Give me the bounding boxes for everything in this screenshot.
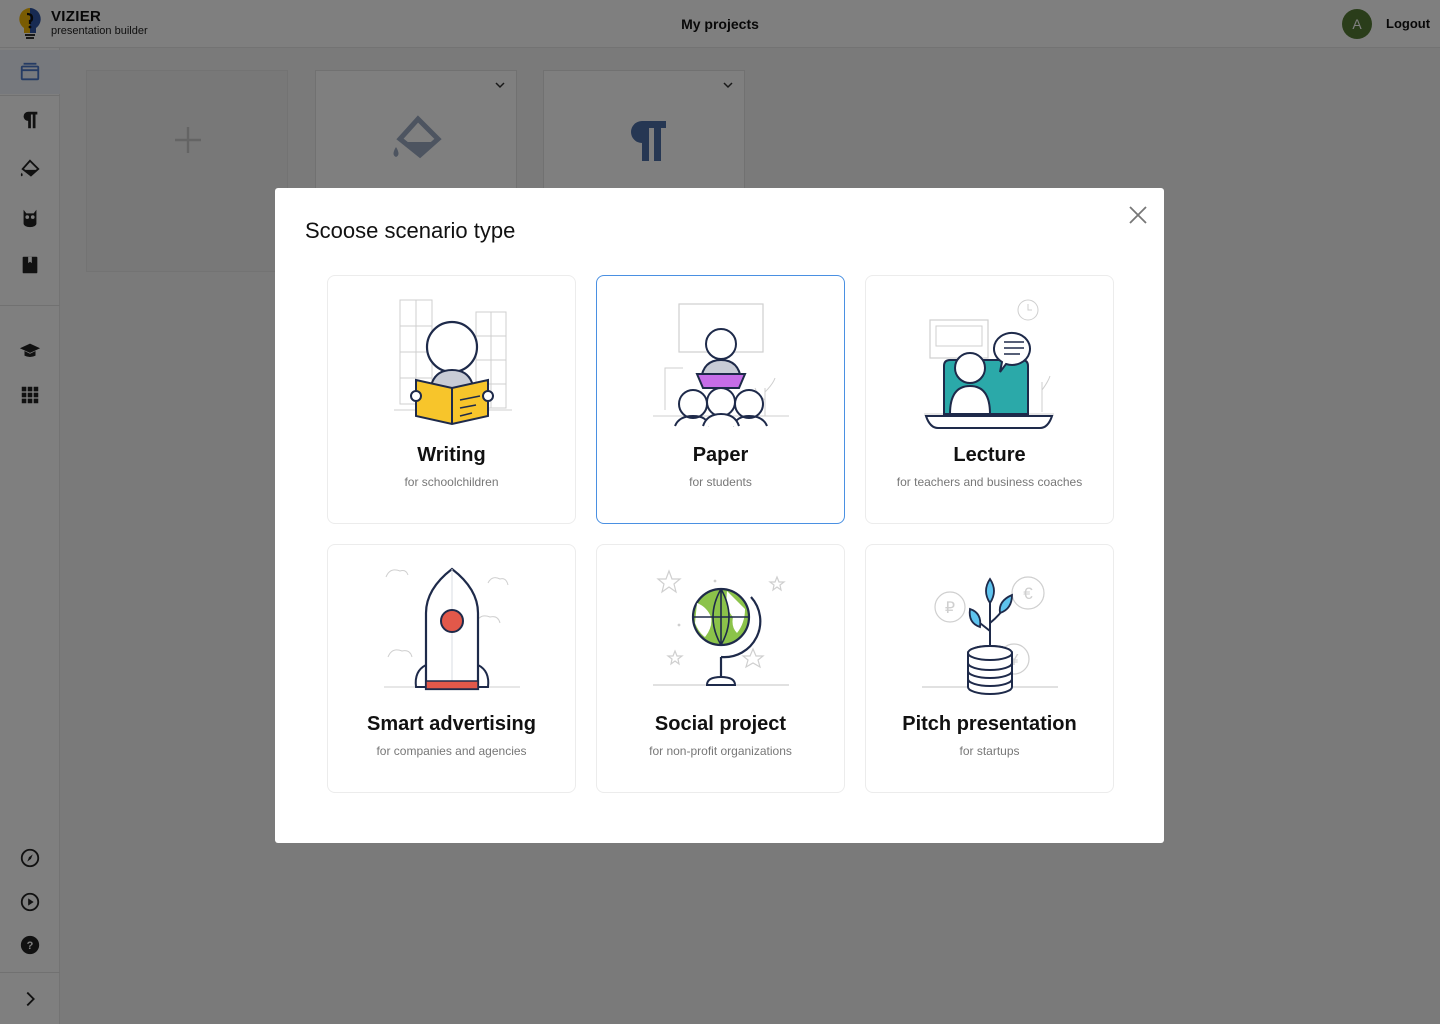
scenario-subtitle: for students bbox=[689, 475, 752, 489]
dialog-title: Scoose scenario type bbox=[305, 218, 516, 243]
scenario-card-social-project[interactable]: Social project for non-profit organizati… bbox=[596, 544, 845, 793]
svg-text:₽: ₽ bbox=[945, 600, 955, 617]
reading-person-illustration bbox=[394, 299, 512, 426]
rocket-illustration bbox=[384, 567, 520, 691]
money-plant-illustration: ₽ € ¥ bbox=[922, 576, 1058, 695]
scenario-card-lecture[interactable]: Lecture for teachers and business coache… bbox=[865, 275, 1114, 524]
scenario-name: Lecture bbox=[953, 444, 1026, 466]
scenario-card-paper[interactable]: Paper for students bbox=[596, 275, 845, 524]
scenario-card-pitch-presentation[interactable]: ₽ € ¥ Pitch presentation for startups bbox=[865, 544, 1114, 793]
scenario-subtitle: for non-profit organizations bbox=[649, 744, 792, 758]
scenario-subtitle: for startups bbox=[959, 744, 1020, 758]
globe-illustration bbox=[653, 569, 789, 686]
scenario-name: Paper bbox=[692, 444, 749, 466]
scenario-type-dialog: Scoose scenario type Writing for schoolc… bbox=[275, 188, 1164, 843]
svg-text:€: € bbox=[1023, 584, 1033, 603]
lecture-illustration bbox=[924, 299, 1054, 429]
scenario-name: Social project bbox=[654, 713, 787, 735]
scenario-subtitle: for teachers and business coaches bbox=[896, 475, 1083, 489]
scenario-card-smart-advertising[interactable]: Smart advertising for companies and agen… bbox=[327, 544, 576, 793]
scenario-name: Smart advertising bbox=[367, 713, 536, 735]
scenario-name: Pitch presentation bbox=[902, 713, 1077, 735]
scenario-card-writing[interactable]: Writing for schoolchildren bbox=[327, 275, 576, 524]
presenter-illustration bbox=[653, 303, 789, 427]
close-icon[interactable] bbox=[1127, 204, 1149, 226]
scenario-subtitle: for schoolchildren bbox=[404, 475, 499, 489]
scenario-name: Writing bbox=[417, 444, 486, 466]
scenario-subtitle: for companies and agencies bbox=[376, 744, 527, 758]
